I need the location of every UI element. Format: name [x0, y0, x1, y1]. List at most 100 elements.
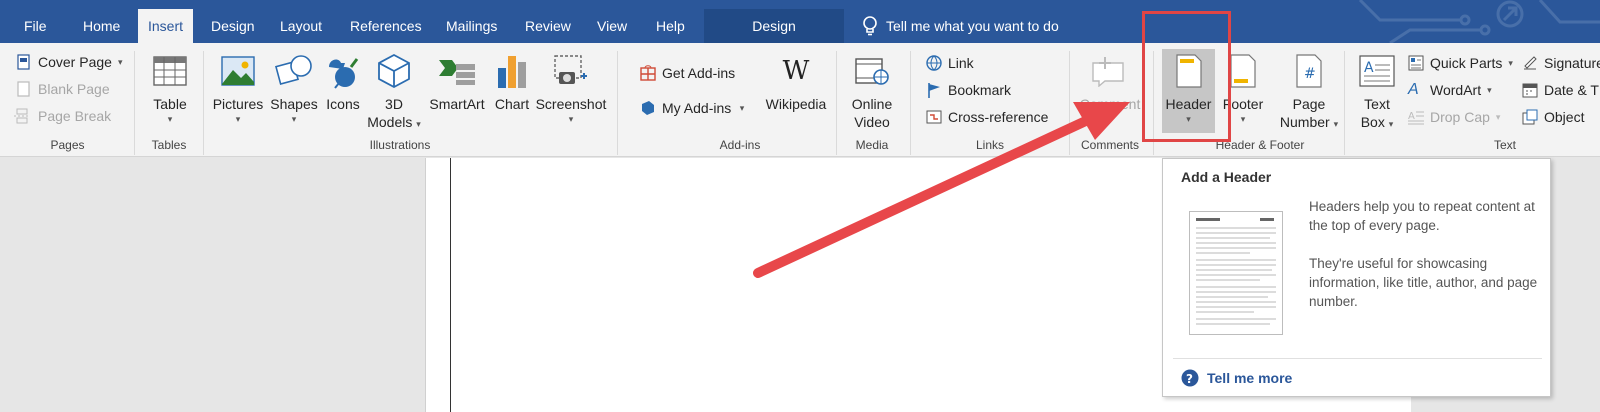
- cover-page-icon: [17, 54, 30, 70]
- chevron-down-icon: ▾: [568, 114, 574, 124]
- svg-text:?: ?: [1186, 372, 1193, 386]
- cover-page-button[interactable]: Cover Page ▾: [16, 50, 122, 74]
- tab-file[interactable]: File: [14, 9, 57, 43]
- tab-layout[interactable]: Layout: [270, 9, 332, 43]
- wordart-button[interactable]: A WordArt ▾: [1408, 78, 1492, 102]
- cross-reference-label: Cross-reference: [948, 109, 1049, 125]
- circuit-pattern-icon: [1358, 0, 1600, 43]
- online-video-icon: [855, 58, 889, 85]
- page-number-button[interactable]: # Page Number ▾: [1272, 49, 1346, 131]
- group-separator: [1069, 51, 1070, 155]
- tell-me-text: Tell me what you want to do: [886, 18, 1059, 34]
- get-addins-label: Get Add-ins: [662, 65, 736, 81]
- group-label-media: Media: [855, 138, 889, 152]
- blank-page-button[interactable]: Blank Page: [16, 77, 110, 101]
- object-icon: [1522, 109, 1538, 125]
- tooltip-description: Headers help you to repeat content at th…: [1309, 197, 1544, 330]
- chart-icon: [498, 56, 526, 88]
- cross-reference-icon: [926, 110, 942, 124]
- group-separator: [134, 51, 135, 155]
- chart-button[interactable]: Chart: [492, 49, 532, 113]
- tab-context-design[interactable]: Design: [704, 9, 844, 43]
- ribbon-insert: Cover Page ▾ Blank Page Page Break Pages …: [0, 43, 1600, 157]
- group-separator: [836, 51, 837, 155]
- tab-design[interactable]: Design: [201, 9, 265, 43]
- group-label-comments: Comments: [1080, 138, 1139, 152]
- drop-cap-button[interactable]: A Drop Cap ▾: [1408, 105, 1500, 129]
- online-video-button[interactable]: Online Video: [846, 49, 898, 131]
- my-addins-button[interactable]: My Add-ins ▾: [640, 96, 744, 120]
- group-separator: [1344, 51, 1345, 155]
- chevron-down-icon: ▾: [1487, 85, 1492, 95]
- icons-icon: [329, 58, 359, 89]
- tooltip-divider: [1173, 358, 1542, 359]
- tab-home[interactable]: Home: [73, 9, 130, 43]
- tell-me-more-label: Tell me more: [1207, 370, 1293, 386]
- chevron-down-icon: ▾: [1495, 112, 1501, 122]
- group-label-illustrations: Illustrations: [369, 138, 431, 152]
- my-addins-icon: [642, 101, 654, 115]
- cross-reference-button[interactable]: Cross-reference: [926, 105, 1048, 129]
- tell-me-search[interactable]: Tell me what you want to do: [862, 9, 1059, 43]
- tab-mailings[interactable]: Mailings: [436, 9, 507, 43]
- group-separator: [203, 51, 204, 155]
- pictures-icon: [221, 56, 255, 86]
- wikipedia-button[interactable]: W Wikipedia: [760, 49, 832, 113]
- bookmark-flag-icon: [928, 83, 940, 98]
- signature-label: Signature: [1544, 55, 1600, 71]
- svg-text:A: A: [1364, 60, 1374, 76]
- group-label-text: Text: [1493, 138, 1516, 152]
- link-icon: [926, 55, 942, 71]
- comment-icon: [1092, 57, 1124, 87]
- tab-view[interactable]: View: [587, 9, 637, 43]
- group-separator: [617, 51, 618, 155]
- link-button[interactable]: Link: [926, 51, 974, 75]
- page-break-button[interactable]: Page Break: [12, 104, 111, 128]
- header-preview-thumbnail: [1189, 211, 1283, 335]
- icons-button[interactable]: Icons: [322, 49, 364, 113]
- screenshot-button[interactable]: Screenshot ▾: [534, 49, 608, 125]
- wordart-icon: A: [1408, 81, 1419, 98]
- chart-label: Chart: [494, 96, 530, 112]
- page-number-text: Number: [1279, 114, 1330, 130]
- chevron-down-icon: ▾: [1388, 119, 1394, 129]
- page-margin-line: [450, 158, 451, 412]
- tab-references[interactable]: References: [340, 9, 432, 43]
- bookmark-button[interactable]: Bookmark: [926, 78, 1011, 102]
- cube-icon: [378, 53, 410, 89]
- table-label: Table: [153, 96, 187, 112]
- smartart-button[interactable]: SmartArt: [424, 49, 490, 113]
- tooltip-title: Add a Header: [1181, 169, 1272, 185]
- chevron-down-icon: ▾: [1240, 114, 1246, 124]
- store-icon: [640, 65, 656, 81]
- quick-parts-button[interactable]: Quick Parts ▾: [1408, 51, 1513, 75]
- text-box-text: Box: [1360, 114, 1385, 130]
- drop-cap-label: Drop Cap: [1430, 109, 1490, 125]
- text-box-icon: A: [1359, 55, 1395, 87]
- pictures-label: Pictures: [212, 96, 264, 112]
- chevron-down-icon: ▾: [1333, 119, 1339, 129]
- get-addins-button[interactable]: Get Add-ins: [640, 61, 735, 85]
- drop-cap-icon: A: [1408, 111, 1424, 125]
- text-box-label-2: Box ▾: [1361, 113, 1394, 131]
- tell-me-more-link[interactable]: ? Tell me more: [1181, 369, 1292, 387]
- object-button[interactable]: Object: [1522, 105, 1584, 129]
- chevron-down-icon: ▾: [235, 114, 241, 124]
- signature-line-button[interactable]: Signature: [1522, 51, 1600, 75]
- page-number-icon: #: [1296, 54, 1322, 88]
- tooltip-paragraph-1: Headers help you to repeat content at th…: [1309, 199, 1535, 233]
- table-button[interactable]: Table ▾: [146, 49, 194, 125]
- page-break-icon: [14, 108, 30, 124]
- tab-review[interactable]: Review: [515, 9, 581, 43]
- tab-insert[interactable]: Insert: [138, 9, 194, 43]
- comment-button[interactable]: Comment: [1075, 49, 1145, 113]
- group-label-pages: Pages: [50, 138, 85, 152]
- chevron-down-icon: ▾: [117, 57, 123, 67]
- text-box-button[interactable]: A Text Box ▾: [1352, 49, 1402, 131]
- 3d-models-button[interactable]: 3D Models ▾: [366, 49, 422, 131]
- signature-icon: [1524, 56, 1537, 70]
- date-time-button[interactable]: Date & T: [1522, 78, 1599, 102]
- tab-help[interactable]: Help: [646, 9, 695, 43]
- pictures-button[interactable]: Pictures ▾: [210, 49, 266, 125]
- shapes-button[interactable]: Shapes ▾: [268, 49, 320, 125]
